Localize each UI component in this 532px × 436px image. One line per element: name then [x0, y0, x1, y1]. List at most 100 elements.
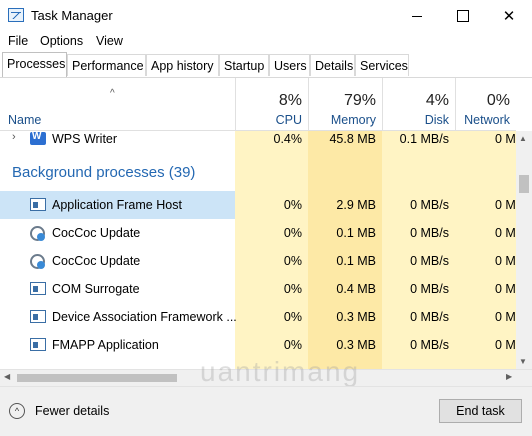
disk-cell: 0 MB/s [410, 226, 449, 240]
network-cell: 0 Mbps [495, 338, 516, 352]
table-row[interactable]: › WPS Writer 0.4% 45.8 MB 0.1 MB/s 0 Mbp… [0, 131, 516, 153]
memory-percent: 79% [343, 92, 376, 109]
fewer-details-link[interactable]: Fewer details [35, 404, 109, 418]
memory-label: Memory [330, 113, 376, 127]
update-icon [30, 254, 45, 269]
memory-cell: 0.1 MB [336, 254, 376, 268]
tab-processes[interactable]: Processes [2, 52, 67, 77]
scroll-down-icon[interactable]: ▼ [519, 357, 527, 366]
update-icon [30, 226, 45, 241]
close-icon: ✕ [502, 8, 516, 25]
cpu-cell: 0.4% [273, 132, 303, 146]
network-cell: 0 Mbps [495, 198, 516, 212]
tab-services[interactable]: Services [355, 54, 409, 76]
process-name: COM Surrogate [52, 282, 140, 296]
close-button[interactable]: ✕ [486, 0, 532, 32]
cpu-cell: 0% [283, 310, 302, 324]
memory-cell: 2.9 MB [336, 198, 376, 212]
menu-view[interactable]: View [96, 34, 123, 48]
maximize-button[interactable] [440, 0, 486, 32]
disk-cell: 0 MB/s [410, 338, 449, 352]
name-cell: Device Association Framework ... [0, 303, 237, 331]
task-manager-icon [8, 8, 24, 22]
vertical-scrollbar[interactable]: ▲ ▼ [516, 131, 532, 369]
memory-cell: 0.3 MB [336, 338, 376, 352]
menu-options[interactable]: Options [40, 34, 83, 48]
network-cell: 0 Mbps [495, 132, 516, 146]
network-cell: 0 Mbps [495, 254, 516, 268]
app-frame-icon [30, 282, 46, 295]
expand-icon[interactable]: › [12, 131, 16, 143]
table-row[interactable]: COM Surrogate 0% 0.4 MB 0 MB/s 0 Mbps [0, 275, 516, 303]
scroll-right-icon[interactable]: ▶ [506, 372, 512, 381]
name-cell: FMAPP Application [0, 331, 235, 359]
table-row[interactable]: FMAPP Application 0% 0.3 MB 0 MB/s 0 Mbp… [0, 331, 516, 359]
memory-cell: 0.4 MB [336, 282, 376, 296]
name-cell: › WPS Writer [0, 131, 235, 153]
header-network[interactable]: 0% Network [455, 78, 516, 130]
header-name[interactable]: Name [8, 113, 41, 127]
name-cell: CocCoc Update [0, 247, 235, 275]
name-cell: Application Frame Host [0, 191, 235, 219]
vertical-scroll-thumb[interactable] [519, 175, 529, 193]
network-percent: 0% [486, 92, 510, 109]
title-bar: Task Manager ✕ [0, 0, 532, 32]
cpu-cell: 0% [283, 338, 302, 352]
process-name: Application Frame Host [52, 198, 182, 212]
scroll-up-icon[interactable]: ▲ [519, 134, 527, 143]
header-cpu[interactable]: 8% CPU [235, 78, 308, 130]
process-name: CocCoc Update [52, 226, 141, 240]
chevron-up-icon[interactable]: ^ [9, 403, 25, 419]
cpu-cell: 0% [283, 226, 302, 240]
table-row[interactable]: CocCoc Update 0% 0.1 MB 0 MB/s 0 Mbps [0, 247, 516, 275]
table-row[interactable]: Device Association Framework ... 0% 0.3 … [0, 303, 516, 331]
maximize-icon [457, 10, 469, 22]
group-title: Background processes (39) [12, 164, 196, 181]
wps-icon [30, 131, 46, 145]
column-header: ^ Name 8% CPU 79% Memory 4% Disk 0% Netw… [0, 78, 516, 131]
scroll-left-icon[interactable]: ◀ [4, 372, 10, 381]
window-title: Task Manager [31, 8, 113, 23]
disk-label: Disk [424, 113, 449, 127]
header-memory[interactable]: 79% Memory [308, 78, 382, 130]
minimize-button[interactable] [394, 0, 440, 32]
app-frame-icon [30, 198, 46, 211]
name-cell: CocCoc Update [0, 219, 235, 247]
group-header: Background processes (39) [0, 158, 516, 192]
tab-bar: Processes Performance App history Startu… [0, 52, 532, 78]
process-name: Device Association Framework ... [52, 310, 237, 324]
process-name: CocCoc Update [52, 254, 141, 268]
end-task-button[interactable]: End task [439, 399, 522, 423]
group-cell: Background processes (39) [0, 158, 235, 192]
network-cell: 0 Mbps [495, 310, 516, 324]
cpu-cell: 0% [283, 254, 302, 268]
table-row[interactable]: CocCoc Update 0% 0.1 MB 0 MB/s 0 Mbps [0, 219, 516, 247]
cpu-label: CPU [275, 113, 302, 127]
process-list: › WPS Writer 0.4% 45.8 MB 0.1 MB/s 0 Mbp… [0, 131, 516, 369]
tab-users[interactable]: Users [269, 54, 310, 76]
process-name: WPS Writer [52, 132, 118, 146]
disk-cell: 0 MB/s [410, 198, 449, 212]
app-frame-icon [30, 310, 46, 323]
process-name: FMAPP Application [52, 338, 159, 352]
cpu-cell: 0% [283, 282, 302, 296]
disk-cell: 0 MB/s [410, 282, 449, 296]
tab-startup[interactable]: Startup [219, 54, 269, 76]
cpu-percent: 8% [278, 92, 302, 109]
header-disk[interactable]: 4% Disk [382, 78, 455, 130]
cpu-cell: 0% [283, 198, 302, 212]
tab-app-history[interactable]: App history [146, 54, 219, 76]
tab-details[interactable]: Details [310, 54, 355, 76]
footer: ^ Fewer details End task [0, 386, 532, 436]
disk-cell: 0 MB/s [410, 310, 449, 324]
app-frame-icon [30, 338, 46, 351]
network-label: Network [464, 113, 510, 127]
horizontal-scroll-thumb[interactable] [17, 374, 177, 382]
menu-bar: File Options View [0, 32, 532, 52]
table-row[interactable]: Application Frame Host 0% 2.9 MB 0 MB/s … [0, 191, 516, 219]
minimize-icon [412, 15, 422, 17]
disk-cell: 0.1 MB/s [399, 132, 449, 146]
memory-cell: 0.1 MB [336, 226, 376, 240]
tab-performance[interactable]: Performance [67, 54, 146, 76]
menu-file[interactable]: File [8, 34, 28, 48]
